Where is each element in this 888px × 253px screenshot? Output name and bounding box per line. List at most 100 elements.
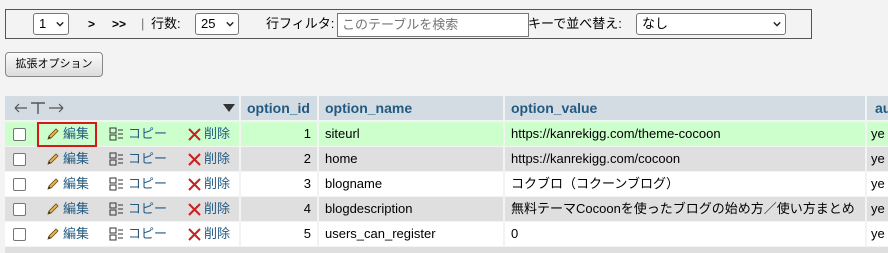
delete-x-icon [188,153,201,166]
nav-separator: | [141,16,145,31]
sort-dropdown-icon[interactable] [223,104,235,112]
cell-option-value: 0 [505,222,865,246]
rows-label: 行数: [151,16,181,31]
extended-options-button[interactable]: 拡張オプション [5,52,103,77]
copy-button[interactable]: コピー [109,222,167,246]
cell-option-name: blogdescription [319,197,503,221]
table-row: 編集 コピー 削除 5 users_can_register 0 ye [5,222,888,246]
delete-x-icon [188,228,201,241]
cell-option-value: https://kanrekigg.com/theme-cocoon [505,122,865,146]
filter-input[interactable]: このテーブルを検索 [337,13,529,37]
header-option-value[interactable]: option_value [505,96,865,120]
delete-button[interactable]: 削除 [188,222,230,246]
row-checkbox[interactable] [13,128,26,141]
copy-label: コピー [128,151,168,166]
header-option-id[interactable]: option_id [241,96,317,120]
row-checkbox[interactable] [13,178,26,191]
cell-autoload: ye [867,122,888,146]
delete-label: 削除 [204,176,231,191]
row-actions-cell: 編集 コピー 削除 [5,197,239,221]
edit-label: 編集 [63,151,90,166]
edit-highlight-box [37,122,97,147]
rows-select[interactable]: 25 [195,13,239,35]
edit-label: 編集 [63,226,90,241]
cell-option-name: siteurl [319,122,503,146]
delete-label: 削除 [204,151,231,166]
next-page-button[interactable]: > [88,10,95,38]
copy-label: コピー [128,126,168,141]
cell-autoload: ye [867,197,888,221]
delete-button[interactable]: 削除 [188,147,230,171]
edit-button[interactable]: 編集 [46,222,89,246]
table-row: 編集 コピー 削除 1 siteurl https://kanrekigg.co… [5,122,888,146]
cell-option-id: 1 [241,122,317,146]
edit-button[interactable]: 編集 [46,172,89,196]
pencil-icon [47,153,59,165]
page-select[interactable]: 1 [33,13,69,35]
header-actions-cell [5,96,239,120]
delete-button[interactable]: 削除 [188,172,230,196]
copy-icon [109,127,123,141]
navigation-bar: 1 > >> | 行数: 25 行フィルタ: このテーブルを検索 キーで並べ替え… [5,9,812,39]
header-autoload-label: au [875,100,888,116]
cell-option-name: users_can_register [319,222,503,246]
sort-select-value: なし [642,16,669,31]
header-option-name-label: option_name [325,100,413,116]
cell-option-id: 5 [241,222,317,246]
copy-icon [109,177,123,191]
filter-label: 行フィルタ: [266,16,335,31]
copy-label: コピー [128,176,168,191]
column-resize-arrows-icon[interactable] [13,101,65,115]
cell-option-value: コクブロ（コクーンブログ） [505,172,865,196]
cell-option-name: blogname [319,172,503,196]
row-checkbox[interactable] [13,203,26,216]
cell-option-id: 4 [241,197,317,221]
cell-autoload: ye [867,147,888,171]
sort-label: キーで並べ替え: [528,16,622,31]
chevron-down-icon [773,21,781,27]
table-row: 編集 コピー 削除 3 blogname コクブロ（コクーンブログ） ye [5,172,888,196]
edit-label: 編集 [63,201,90,216]
chevron-down-icon [226,21,234,27]
copy-button[interactable]: コピー [109,172,167,196]
cell-option-id: 2 [241,147,317,171]
pencil-icon [47,178,59,190]
copy-button[interactable]: コピー [109,122,167,146]
table-row: 編集 コピー 削除 4 blogdescription 無料テーマCocoonを… [5,197,888,221]
header-option-name[interactable]: option_name [319,96,503,120]
copy-label: コピー [128,201,168,216]
pencil-icon [47,228,59,240]
cell-autoload: ye [867,172,888,196]
cell-option-value: https://kanrekigg.com/cocoon [505,147,865,171]
delete-button[interactable]: 削除 [188,197,230,221]
delete-label: 削除 [204,126,231,141]
chevron-down-icon [56,21,64,27]
delete-x-icon [188,203,201,216]
row-checkbox[interactable] [13,228,26,241]
row-actions-cell: 編集 コピー 削除 [5,172,239,196]
last-page-button[interactable]: >> [112,10,126,38]
copy-button[interactable]: コピー [109,197,167,221]
header-option-id-label: option_id [247,100,310,116]
copy-button[interactable]: コピー [109,147,167,171]
cell-option-id: 3 [241,172,317,196]
delete-x-icon [188,128,201,141]
row-actions-cell: 編集 コピー 削除 [5,222,239,246]
edit-button[interactable]: 編集 [46,197,89,221]
delete-x-icon [188,178,201,191]
pencil-icon [47,203,59,215]
row-actions-cell: 編集 コピー 削除 [5,147,239,171]
header-option-value-label: option_value [511,100,598,116]
delete-label: 削除 [204,201,231,216]
cell-option-name: home [319,147,503,171]
header-autoload[interactable]: au [867,96,888,120]
rows-select-value: 25 [201,16,216,31]
edit-button[interactable]: 編集 [46,147,89,171]
copy-icon [109,202,123,216]
sort-select[interactable]: なし [636,13,786,35]
delete-button[interactable]: 削除 [188,122,230,146]
copy-label: コピー [128,226,168,241]
row-checkbox[interactable] [13,153,26,166]
copy-icon [109,152,123,166]
page-select-value: 1 [39,16,47,31]
